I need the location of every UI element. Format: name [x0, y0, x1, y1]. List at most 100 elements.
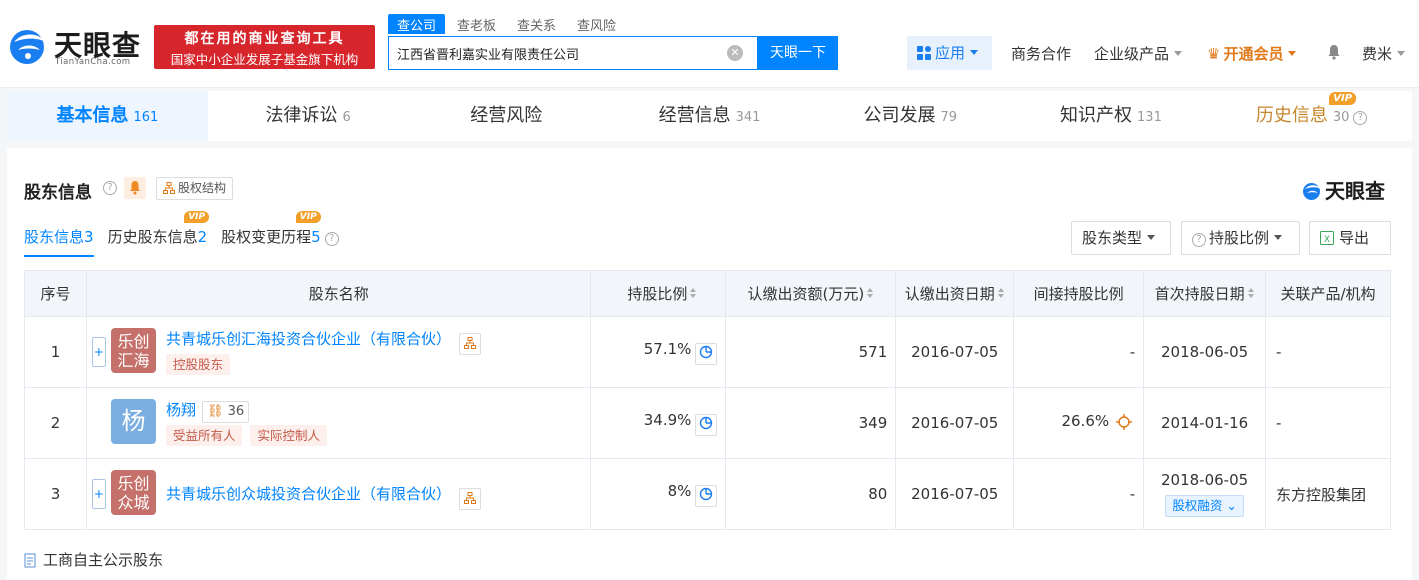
search-type-tabs: 查公司 查老板 查关系 查风险	[388, 14, 628, 34]
date-cell: 2016-07-05	[895, 387, 1015, 459]
search-tab-relation[interactable]: 查关系	[508, 14, 565, 34]
chevron-down-icon	[1274, 235, 1283, 240]
public-shareholder-note[interactable]: 工商自主公示股东	[24, 549, 163, 570]
col-header-date[interactable]: 认缴出资日期	[895, 270, 1015, 317]
table-header-row: 序号 股东名称 持股比例 认缴出资额(万元) 认缴出资日期 间接持股比例 首次持…	[24, 270, 1391, 317]
avatar-line: 乐创	[117, 474, 150, 493]
col-header-amount[interactable]: 认缴出资额(万元)	[725, 270, 897, 317]
network-icon: ⛓	[206, 404, 224, 419]
row-index: 1	[24, 316, 87, 388]
col-header-first-date[interactable]: 首次持股日期	[1143, 270, 1267, 317]
avatar[interactable]: 乐创 汇海	[110, 328, 156, 373]
col-header-product: 关联产品/机构	[1265, 270, 1391, 317]
nav-enterprise-label: 企业级产品	[1094, 45, 1170, 63]
export-button[interactable]: X 导出	[1309, 221, 1391, 255]
tab-operation[interactable]: 经营信息 341	[609, 91, 810, 141]
shareholder-name-link[interactable]: 共青城乐创汇海投资合伙企业（有限合伙）	[166, 330, 451, 348]
shareholder-panel: 股东信息 ? 股权结构 天眼查 股东信息3 历史股东信息2 VIP 股权变更历程5…	[7, 148, 1412, 580]
help-icon[interactable]: ?	[103, 181, 117, 195]
vip-badge: VIP	[184, 211, 210, 223]
amount-cell: 349	[725, 387, 897, 459]
tab-label: 历史信息	[1255, 105, 1328, 126]
tab-ip[interactable]: 知识产权 131	[1011, 91, 1212, 141]
company-tabs: 基本信息 161 法律诉讼 6 经营风险 经营信息 341 公司发展 79 知识产权 13…	[7, 91, 1412, 141]
chevron-down-icon: ⌄	[1226, 498, 1237, 513]
structure-icon[interactable]	[458, 488, 481, 510]
monitor-bell-icon[interactable]	[124, 177, 146, 199]
expand-button[interactable]: +	[91, 337, 106, 367]
equity-financing-badge[interactable]: 股权融资 ⌄	[1165, 495, 1244, 517]
equity-structure-button[interactable]: 股权结构	[156, 177, 234, 200]
bell-icon[interactable]	[1326, 44, 1342, 60]
nav-enterprise[interactable]: 企业级产品	[1094, 43, 1183, 64]
slogan-line1: 都在用的商业查询工具	[184, 31, 345, 47]
beneficial-owner-tag: 受益所有人	[165, 425, 243, 446]
pie-chart-icon[interactable]	[695, 484, 718, 507]
logo-mark-icon	[10, 30, 46, 64]
col-header-index: 序号	[24, 270, 87, 317]
section-title: 股东信息	[24, 183, 92, 203]
tab-basic-info[interactable]: 基本信息 161	[7, 91, 208, 141]
subtab-label: 股权变更历程	[221, 228, 312, 246]
search-tab-risk[interactable]: 查风险	[568, 14, 625, 34]
table-row: 1 + 乐创 汇海 共青城乐创汇海投资合伙企业（有限合伙） 控股股东 57.1% …	[24, 316, 1391, 388]
tianyancha-logo[interactable]: 天眼查 TianYanCha.com	[6, 24, 146, 70]
shareholder-name-line: 杨翔 ⛓ 36	[166, 399, 250, 423]
tab-development[interactable]: 公司发展 79	[810, 91, 1011, 141]
tab-label: 法律诉讼	[265, 105, 338, 126]
shareholder-type-filter[interactable]: 股东类型	[1071, 221, 1171, 255]
search-input[interactable]	[397, 44, 717, 62]
tianyancha-watermark: 天眼查	[1301, 175, 1385, 204]
shareholder-name-link[interactable]: 杨翔	[166, 401, 196, 419]
tab-litigation[interactable]: 法律诉讼 6	[208, 91, 409, 141]
clear-icon[interactable]: ✕	[727, 45, 743, 61]
sort-icon	[997, 288, 1005, 299]
search-button[interactable]: 天眼一下	[758, 36, 838, 70]
pledge-label: 股权融资	[1172, 498, 1223, 513]
tab-label: 基本信息	[56, 105, 129, 126]
nav-vip-label: 开通会员	[1223, 45, 1284, 63]
nav-vip[interactable]: ♛ 开通会员	[1207, 43, 1297, 64]
penetration-icon[interactable]	[1113, 413, 1135, 435]
nav-user[interactable]: 费米	[1362, 43, 1406, 64]
subtab-shareholders[interactable]: 股东信息3	[24, 226, 94, 257]
help-icon[interactable]: ?	[1353, 111, 1368, 125]
tab-count: 131	[1137, 110, 1162, 125]
chevron-down-icon	[1397, 51, 1406, 56]
col-header-ratio[interactable]: 持股比例	[590, 270, 727, 317]
expand-button[interactable]: +	[91, 479, 106, 509]
tab-risk[interactable]: 经营风险	[408, 91, 609, 141]
avatar[interactable]: 乐创 众城	[110, 470, 156, 515]
chevron-down-icon	[970, 50, 979, 55]
nav-app-menu[interactable]: 应用	[907, 36, 992, 70]
ratio-filter[interactable]: ? 持股比例	[1181, 221, 1300, 255]
product-cell: -	[1265, 387, 1391, 459]
pie-chart-icon[interactable]	[695, 413, 718, 436]
subtab-count: 2	[197, 228, 208, 246]
amount-cell: 80	[725, 458, 897, 530]
amount-cell: 571	[725, 316, 897, 388]
shareholder-cell: 杨 杨翔 ⛓ 36 受益所有人 实际控制人	[85, 387, 592, 459]
product-link[interactable]: 东方控股集团	[1265, 458, 1391, 530]
search-tab-company[interactable]: 查公司	[388, 14, 446, 34]
table-row: 2 杨 杨翔 ⛓ 36 受益所有人 实际控制人 34.9% 349 2016-07…	[24, 387, 1391, 459]
nav-business[interactable]: 商务合作	[1011, 43, 1071, 64]
nav-app-label: 应用	[935, 44, 966, 62]
tab-label: 经营信息	[658, 105, 731, 126]
tab-history[interactable]: 历史信息 30? VIP	[1211, 91, 1412, 141]
avatar[interactable]: 杨	[110, 399, 156, 444]
related-companies-chip[interactable]: ⛓ 36	[201, 401, 250, 423]
subtab-history-shareholders[interactable]: 历史股东信息2 VIP	[108, 211, 210, 257]
shareholder-name-link[interactable]: 共青城乐创众城投资合伙企业（有限合伙）	[166, 485, 451, 503]
ratio-cell: 8%	[590, 458, 727, 530]
structure-icon[interactable]	[458, 333, 481, 355]
search-tab-boss[interactable]: 查老板	[448, 14, 505, 34]
help-icon[interactable]: ?	[324, 232, 339, 246]
vip-badge: VIP	[295, 211, 321, 223]
shareholder-subtabs: 股东信息3 历史股东信息2 VIP 股权变更历程5? VIP	[24, 211, 353, 257]
indirect-value: 26.6%	[1061, 411, 1110, 430]
avatar-line: 乐创	[117, 332, 150, 351]
pie-chart-icon[interactable]	[695, 342, 718, 365]
subtab-equity-changes[interactable]: 股权变更历程5? VIP	[221, 211, 339, 257]
structure-icon	[163, 182, 175, 194]
